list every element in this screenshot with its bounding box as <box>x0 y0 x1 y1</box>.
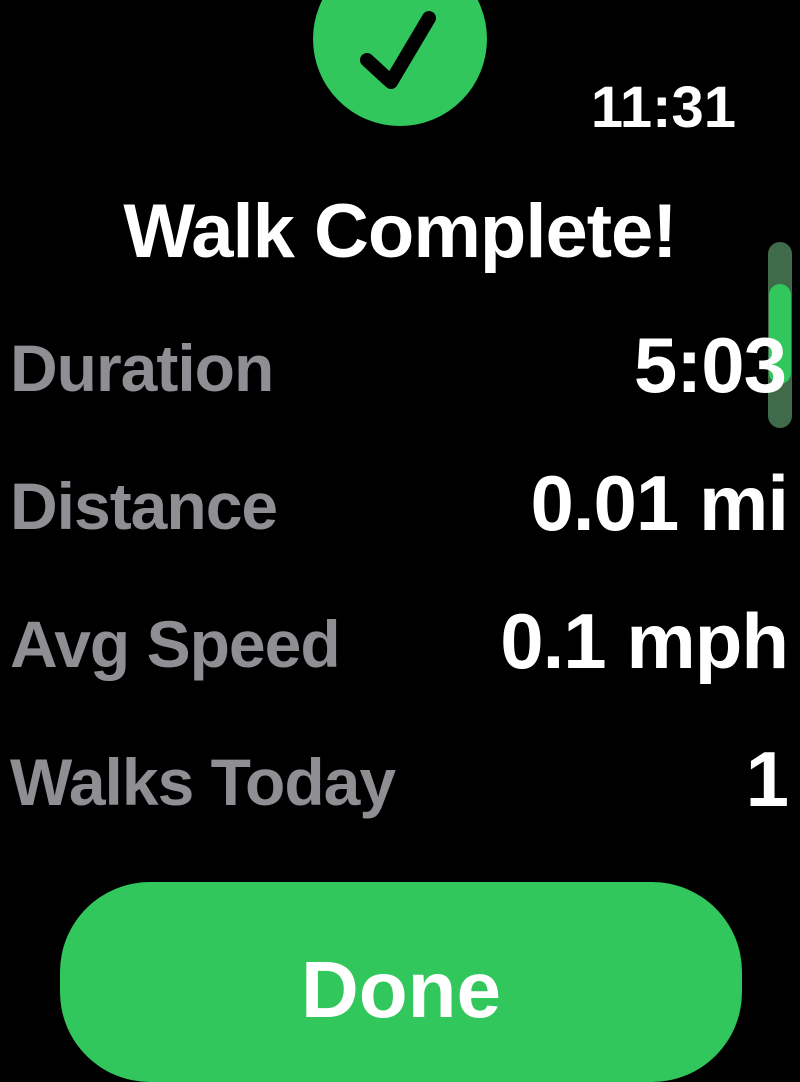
checkmark-icon <box>360 11 436 89</box>
stat-label-distance: Distance <box>10 469 278 543</box>
stat-label-duration: Duration <box>10 331 274 405</box>
stat-row-walks-today: Walks Today 1 <box>0 735 800 882</box>
stat-label-avg-speed: Avg Speed <box>10 607 341 681</box>
done-button-label: Done <box>301 945 501 1034</box>
stat-row-duration: Duration 5:03 <box>0 321 800 468</box>
stat-row-distance: Distance 0.01 mi <box>0 459 800 606</box>
stat-value-walks-today: 1 <box>745 735 789 823</box>
done-button[interactable]: Done <box>60 882 742 1082</box>
stat-value-avg-speed: 0.1 mph <box>500 597 789 685</box>
clock-time: 11:31 <box>590 75 736 140</box>
walk-complete-badge <box>313 0 487 126</box>
workout-summary: Duration 5:03 Distance 0.01 mi Avg Speed… <box>0 321 800 882</box>
stat-label-walks-today: Walks Today <box>10 745 396 819</box>
page-title: Walk Complete! <box>123 189 677 274</box>
stat-row-avg-speed: Avg Speed 0.1 mph <box>0 597 800 744</box>
stat-value-distance: 0.01 mi <box>530 459 789 547</box>
stat-value-duration: 5:03 <box>633 321 787 409</box>
